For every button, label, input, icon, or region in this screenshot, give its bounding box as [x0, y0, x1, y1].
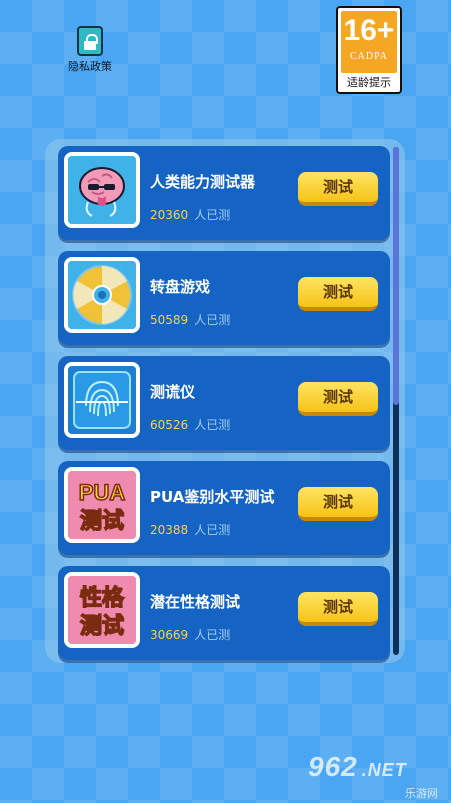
list-scrollbar-thumb[interactable]	[393, 147, 399, 405]
test-count-value: 20388	[150, 523, 189, 537]
test-title: 人类能力测试器	[150, 173, 256, 191]
test-count-value: 60526	[150, 418, 189, 432]
test-card: 性格 测试 潜在性格测试 30669 人已测 测试	[58, 566, 390, 660]
test-count: 20388 人已测	[150, 521, 230, 538]
test-list: 人类能力测试器 20360 人已测 测试 转盘游戏 50589 人已测 测试 测…	[58, 146, 390, 671]
personality-tile-line1: 性格	[80, 585, 125, 611]
test-title: PUA鉴别水平测试	[150, 488, 275, 506]
start-test-button[interactable]: 测试	[298, 172, 378, 206]
test-card: 转盘游戏 50589 人已测 测试	[58, 251, 390, 345]
privacy-lock-icon	[77, 26, 103, 56]
test-count: 60526 人已测	[150, 416, 230, 433]
site-watermark: 962 .NET 乐游网	[308, 751, 448, 801]
test-count: 50589 人已测	[150, 311, 230, 328]
start-test-button[interactable]: 测试	[298, 277, 378, 311]
test-title: 潜在性格测试	[150, 593, 241, 611]
test-card: PUA 测试 PUA鉴别水平测试 20388 人已测 测试	[58, 461, 390, 555]
start-test-button[interactable]: 测试	[298, 592, 378, 626]
test-count-suffix: 人已测	[194, 628, 231, 642]
test-card: 测谎仪 60526 人已测 测试	[58, 356, 390, 450]
pua-tile-line2: 测试	[80, 509, 124, 534]
wheel-icon	[64, 257, 140, 333]
watermark-brand: 962	[308, 751, 358, 782]
test-count: 30669 人已测	[150, 626, 230, 643]
personality-tile-line2: 测试	[80, 614, 124, 639]
brain-icon	[64, 152, 140, 228]
age-rating-org: CADPA	[350, 51, 388, 62]
age-rating-number: 16+	[343, 14, 395, 47]
test-count-suffix: 人已测	[194, 418, 231, 432]
start-test-button[interactable]: 测试	[298, 382, 378, 416]
age-rating-badge[interactable]: 16+ CADPA 适龄提示	[336, 6, 402, 94]
list-scrollbar[interactable]	[393, 147, 399, 655]
test-list-panel: 人类能力测试器 20360 人已测 测试 转盘游戏 50589 人已测 测试 测…	[45, 139, 405, 663]
start-test-button[interactable]: 测试	[298, 487, 378, 521]
test-card: 人类能力测试器 20360 人已测 测试	[58, 146, 390, 240]
pua-tile-line1: PUA	[79, 480, 126, 505]
privacy-policy-button[interactable]: 隐私政策	[62, 26, 118, 74]
test-count-suffix: 人已测	[194, 523, 231, 537]
fingerprint-icon	[64, 362, 140, 438]
test-count: 20360 人已测	[150, 206, 230, 223]
test-count-suffix: 人已测	[194, 208, 231, 222]
test-count-suffix: 人已测	[194, 313, 231, 327]
watermark-name: 乐游网	[405, 787, 438, 800]
test-title: 测谎仪	[150, 383, 196, 401]
test-count-value: 20360	[150, 208, 189, 222]
age-rating-caption: 适龄提示	[347, 76, 391, 89]
watermark-tld: .NET	[361, 760, 407, 780]
test-count-value: 30669	[150, 628, 189, 642]
personality-tile-icon: 性格 测试	[64, 572, 140, 648]
pua-tile-icon: PUA 测试	[64, 467, 140, 543]
age-rating-box: 16+ CADPA	[341, 11, 397, 73]
test-title: 转盘游戏	[150, 278, 211, 296]
privacy-policy-label: 隐私政策	[68, 60, 112, 73]
test-count-value: 50589	[150, 313, 189, 327]
